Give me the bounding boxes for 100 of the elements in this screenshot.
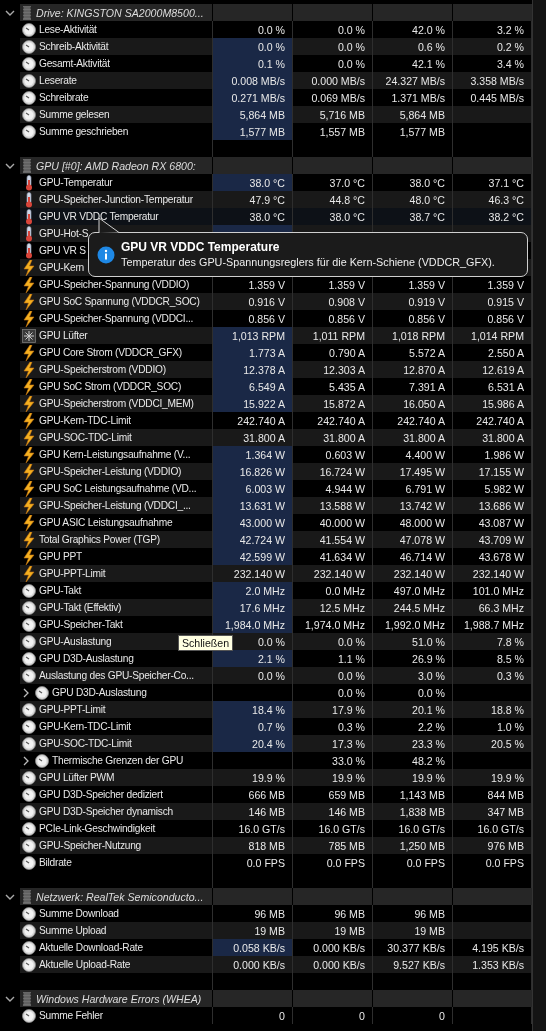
table-row[interactable]: GPU-SOC-TDC-Limit 20.4 % 17.3 % 23.3 % 20.5 % [0,735,532,752]
sensor-name: Total Graphics Power (TGP) [39,534,160,545]
sensor-name: Thermische Grenzen der GPU [52,755,184,766]
lightning-bolt-icon [22,378,36,395]
table-row[interactable]: Auslastung des GPU-Speicher-Co... 0.0 % 0.0 % 3.0 % 0.3 % [0,667,532,684]
table-cell: 1,984.0 MHz [213,616,293,633]
gauge-icon [22,651,36,666]
sensor-name: GPU-PPT-Limit [39,704,106,715]
sensor-name: GPU-Kern [39,262,84,273]
sensor-name: GPU SoC Leistungsaufnahme (VD... [39,483,197,494]
table-row[interactable]: GPU-Speicher-Leistung (VDDIO) 16.826 W 16.724 W 17.495 W 17.155 W [0,463,532,480]
section-title: Netzwerk: RealTek Semiconducto... [36,890,204,903]
table-row[interactable]: Leserate 0.008 MB/s 0.000 MB/s 24.327 MB/s 3.358 MB/s [0,72,532,89]
section-title: Drive: KINGSTON SA2000M8500... [36,6,204,19]
sensor-name: Lese-Aktivität [39,24,97,35]
scrollbar[interactable] [532,0,546,1031]
gauge-icon [22,583,36,598]
lightning-bolt-icon [22,565,36,582]
table-cell: 12.378 A [213,361,293,378]
sensor-name: GPU-Takt (Effektiv) [39,602,122,613]
gauge-icon [22,39,36,54]
sensor-name: GPU D3D-Auslastung [52,687,147,698]
table-row[interactable]: GPU Lüfter PWM 19.9 % 19.9 % 19.9 % 19.9 % [0,769,532,786]
section-header[interactable]: Windows Hardware Errors (WHEA) [20,990,532,1007]
table-row[interactable]: GPU-PPT-Limit 232.140 W 232.140 W 232.140 W 232.140 W [0,565,532,582]
gauge-icon [22,617,36,632]
table-row[interactable]: GPU-Takt (Effektiv) 17.6 MHz 12.5 MHz 244.5 MHz 66.3 MHz [0,599,532,616]
sensor-name: GPU SoC Spannung (VDDCR_SOC) [39,296,200,307]
table-cell: 15.922 A [213,395,293,412]
sensor-name: GPU D3D-Speicher dynamisch [39,806,173,817]
gauge-icon [22,838,36,853]
lightning-bolt-icon [22,310,36,327]
expand-chevron-icon[interactable] [23,687,30,698]
table-cell: 1.773 A [213,344,293,361]
sensor-name: GPU-Auslastung [39,636,112,647]
gauge-icon [22,107,36,122]
table-cell: 43.000 W [213,514,293,531]
table-row[interactable]: GPU D3D-Speicher dynamisch 146 MB 146 MB 1,838 MB 347 MB [0,803,532,820]
sensor-name: GPU-Speicherstrom (VDDIO) [39,364,166,375]
table-row[interactable]: GPU VR VDDC Temperatur 38.0 °C 38.0 °C 38.7 °C 38.2 °C [0,208,532,225]
table-row[interactable]: Summe gelesen 5,864 MB 5,716 MB 5,864 MB [0,106,532,123]
sensor-name: GPU SoC Strom (VDDCR_SOC) [39,381,182,392]
table-cell: 13.631 W [213,497,293,514]
gauge-icon [22,719,36,734]
table-row[interactable]: GPU-Speicher-Leistung (VDDCI_... 13.631 W 13.588 W 13.742 W 13.686 W [0,497,532,514]
sensor-name: GPU-Speicher-Leistung (VDDCI_... [39,500,191,511]
lightning-bolt-icon [22,446,36,463]
table-cell: 20.4 % [213,735,293,752]
gauge-icon [35,685,49,700]
gauge-icon [22,804,36,819]
gauge-icon [22,600,36,615]
section-title: Windows Hardware Errors (WHEA) [36,992,202,1005]
sensor-name: GPU-PPT-Limit [39,568,106,579]
table-cell: 0.7 % [213,718,293,735]
sensor-name: GPU-Temperatur [39,177,113,188]
sensor-name: GPU-Speicher-Spannung (VDDIO) [39,279,190,290]
sensor-name: Summe Download [39,908,119,919]
section-header[interactable]: GPU [#0]: AMD Radeon RX 6800: [20,157,532,174]
sensor-name: GPU D3D-Speicher dediziert [39,789,163,800]
sensor-name: GPU-Speicher-Takt [39,619,123,630]
table-row[interactable]: Schreib-Aktivität 0.0 % 0.0 % 0.6 % 0.2 % [0,38,532,55]
chip-icon [22,889,32,904]
table-row[interactable]: GPU-Speicherstrom (VDDIO) 12.378 A 12.303 A 12.870 A 12.619 A [0,361,532,378]
lightning-bolt-icon [22,497,36,514]
gauge-icon [22,56,36,71]
sensor-name: Leserate [39,75,77,86]
section-title: GPU [#0]: AMD Radeon RX 6800: [36,159,196,172]
tooltip-text: Temperatur des GPU-Spannungsreglers für die Kern-Schiene (VDDCR_GFX). [121,256,495,268]
gauge-icon [22,821,36,836]
sensor-name: GPU Lüfter [39,330,88,341]
table-row[interactable]: Total Graphics Power (TGP) 42.724 W 41.554 W 47.078 W 43.709 W [0,531,532,548]
table-row[interactable]: Aktuelle Upload-Rate 0.000 KB/s 0.000 KB/s 9.527 KB/s 1.353 KB/s [0,956,532,973]
gauge-icon [22,702,36,717]
table-row[interactable]: GPU-Speicherstrom (VDDCI_MEM) 15.922 A 15.872 A 16.050 A 15.986 A [0,395,532,412]
sensor-name: GPU-Speicher-Leistung (VDDIO) [39,466,182,477]
sensor-name: Aktuelle Upload-Rate [39,959,131,970]
table-cell: 2.1 % [213,650,293,667]
table-row[interactable]: GPU-PPT-Limit 18.4 % 17.9 % 20.1 % 18.8 % [0,701,532,718]
chip-icon [22,158,32,173]
table-row[interactable]: GPU-Speicher-Junction-Temperatur 47.9 °C 44.8 °C 48.0 °C 46.3 °C [0,191,532,208]
sensor-name: GPU Kern-Leistungsaufnahme (V... [39,449,191,460]
sensor-name: GPU-Speicher-Spannung (VDDCI... [39,313,194,324]
sensor-name: GPU-Hot-S [39,228,89,239]
sensor-name: GPU Lüfter PWM [39,772,115,783]
lightning-bolt-icon [22,480,36,497]
table-cell: 6.003 W [213,480,293,497]
sensor-name: Aktuelle Download-Rate [39,942,143,953]
table-row[interactable]: GPU-Speicher-Nutzung 818 MB 785 MB 1,250 MB 976 MB [0,837,532,854]
sensor-name: Summe Fehler [39,1010,103,1021]
section-header[interactable]: Drive: KINGSTON SA2000M8500... [20,4,532,21]
table-cell: 2.0 MHz [213,582,293,599]
table-row[interactable]: GPU SoC Spannung (VDDCR_SOC) 0.916 V 0.908 V 0.919 V 0.915 V [0,293,532,310]
section-header[interactable]: Netzwerk: RealTek Semiconducto... [20,888,532,905]
table-row[interactable]: GPU-SOC-TDC-Limit 31.800 A 31.800 A 31.800 A 31.800 A [0,429,532,446]
expand-chevron-icon[interactable] [23,755,30,766]
table-row[interactable]: GPU Lüfter 1,013 RPM 1,011 RPM 1,018 RPM 1,014 RPM [0,327,532,344]
info-icon [97,246,115,264]
lightning-bolt-icon [22,429,36,446]
table-row[interactable]: Summe Upload 19 MB 19 MB 19 MB [0,922,532,939]
gauge-icon [22,855,36,870]
